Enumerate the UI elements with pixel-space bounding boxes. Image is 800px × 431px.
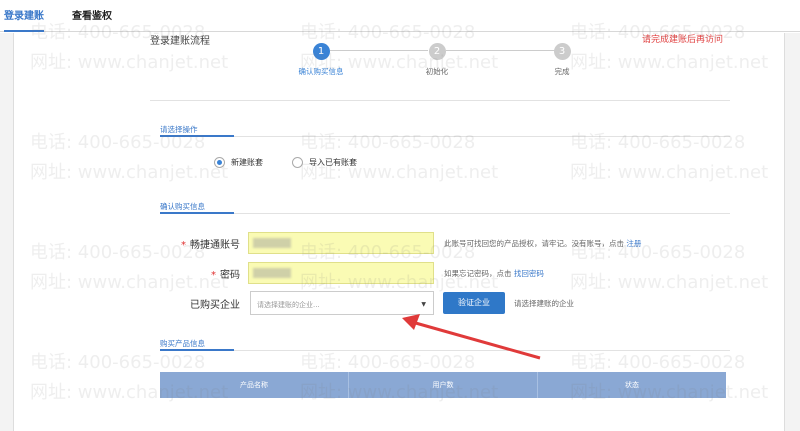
password-hint: 如果忘记密码，点击 找回密码 [444, 268, 544, 279]
right-gutter [784, 33, 800, 431]
tab-login-create-account[interactable]: 登录建账 [4, 12, 44, 32]
column-header-status: 状态 [625, 381, 639, 389]
company-select-placeholder: 请选择建账的企业... [257, 301, 320, 309]
section-title-purchase-info: 确认购买信息 [160, 202, 205, 211]
redacted-value [253, 268, 291, 278]
top-right-link[interactable]: 请完成建账后再访问 [642, 32, 723, 45]
account-input[interactable] [248, 232, 434, 254]
verify-company-button[interactable]: 验证企业 [443, 292, 505, 314]
step-initialize: 2 初始化 [392, 43, 482, 77]
account-label-text: 畅捷通账号 [190, 240, 240, 251]
section-title-product-info: 购买产品信息 [160, 339, 205, 348]
radio-selected-icon[interactable] [214, 157, 225, 168]
radio-label: 导入已有账套 [309, 158, 357, 167]
account-hint-text: 此账号可找回您的产品授权，请牢记。没有账号，点击 [444, 239, 624, 248]
required-asterisk: * [181, 240, 186, 251]
divider [160, 350, 730, 351]
caret-down-icon[interactable]: ▼ [421, 301, 426, 308]
radio-unselected-icon[interactable] [292, 157, 303, 168]
radio-new-account-set[interactable]: 新建账套 [214, 157, 263, 168]
step-confirm-purchase: 1 确认购买信息 [276, 43, 366, 77]
redacted-value [253, 238, 291, 248]
step-number: 2 [428, 43, 446, 60]
company-hint: 请选择建账的企业 [514, 299, 574, 308]
account-label: * 畅捷通账号 [160, 236, 240, 251]
radio-import-existing[interactable]: 导入已有账套 [292, 157, 357, 168]
section-underline [160, 135, 234, 137]
account-hint: 此账号可找回您的产品授权，请牢记。没有账号，点击 注册 [444, 238, 641, 249]
product-table-header: 产品名称 用户数 状态 [160, 372, 726, 398]
company-select[interactable]: 请选择建账的企业... ▼ [250, 291, 434, 315]
divider [150, 100, 730, 101]
section-underline [160, 212, 234, 214]
find-password-link[interactable]: 找回密码 [514, 269, 544, 278]
step-complete: 3 完成 [517, 43, 607, 77]
column-header-user-count: 用户数 [349, 372, 538, 398]
password-hint-text: 如果忘记密码，点击 [444, 269, 512, 278]
page-title: 登录建账流程 [150, 36, 210, 47]
divider [160, 136, 730, 137]
password-input[interactable] [248, 262, 434, 284]
password-label-text: 密码 [220, 270, 240, 281]
section-underline [160, 349, 234, 351]
section-title-operation: 请选择操作 [160, 125, 198, 134]
company-label: 已购买企业 [190, 300, 240, 311]
left-gutter [0, 33, 14, 431]
step-label: 确认购买信息 [298, 67, 344, 76]
tab-view-authentication[interactable]: 查看鉴权 [72, 12, 112, 32]
step-number: 3 [553, 43, 571, 60]
step-number: 1 [312, 43, 330, 60]
column-header-product-name: 产品名称 [160, 372, 349, 398]
top-tab-bar: 登录建账 查看鉴权 [0, 0, 800, 32]
step-label: 完成 [554, 67, 570, 76]
password-label: * 密码 [160, 266, 240, 281]
step-label: 初始化 [425, 67, 449, 76]
required-asterisk: * [211, 270, 216, 281]
register-link[interactable]: 注册 [626, 239, 641, 248]
divider [160, 213, 730, 214]
radio-label: 新建账套 [231, 158, 263, 167]
